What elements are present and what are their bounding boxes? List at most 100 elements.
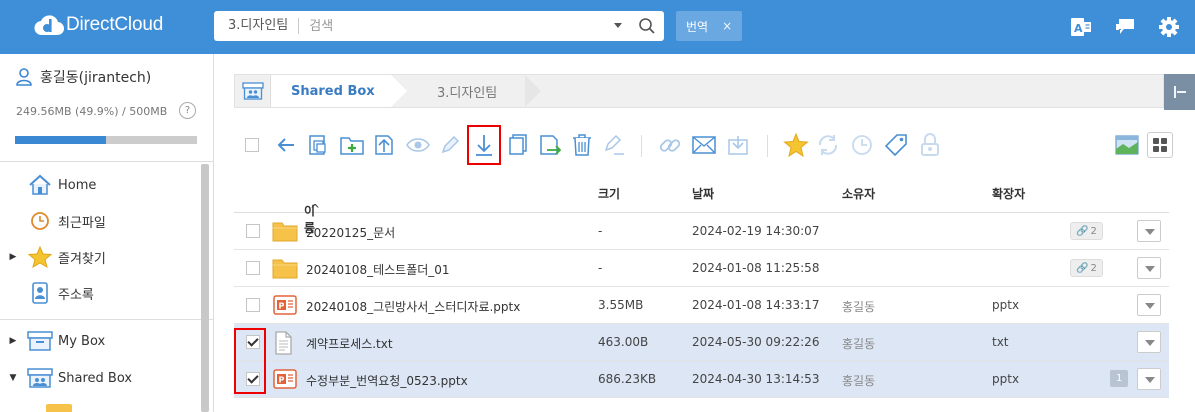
comment-count-badge[interactable]: 1 — [1110, 370, 1129, 387]
new-box-icon[interactable] — [304, 129, 332, 161]
history-clock-icon[interactable] — [848, 129, 876, 161]
file-size: - — [598, 224, 603, 238]
file-owner: 홍길동 — [842, 300, 876, 314]
file-size: 463.00B — [598, 335, 649, 349]
file-extension: pptx — [992, 372, 1020, 386]
translate-icon[interactable]: A — [1070, 16, 1092, 41]
app-logo-text: DirectCloud — [66, 14, 164, 35]
row-checkbox[interactable] — [246, 261, 260, 278]
sidebar-item-shared-box[interactable]: ▼ Shared Box — [0, 360, 200, 396]
search-icon[interactable] — [638, 17, 656, 38]
file-date: 2024-01-08 14:33:17 — [692, 298, 820, 312]
move-icon[interactable] — [536, 129, 564, 161]
sidebar-item-contacts[interactable]: 주소록 — [0, 275, 200, 311]
table-header: 이름 ^ 크기 날짜 소유자 확장자 — [234, 168, 1169, 235]
column-header-owner[interactable]: 소유자 — [842, 185, 875, 202]
chevron-down-icon[interactable] — [614, 23, 622, 28]
pptx-file-icon: P — [272, 368, 298, 393]
sidebar-scrollbar[interactable] — [201, 164, 209, 412]
file-extension: pptx — [992, 298, 1020, 312]
breadcrumb-root[interactable]: Shared Box — [271, 75, 407, 107]
table-row[interactable]: P 20240108_그린방사서_스터디자료.pptx 3.55MB 2024-01-… — [234, 287, 1169, 324]
home-icon — [26, 174, 54, 196]
link-count-badge[interactable]: 🔗 2 — [1070, 259, 1103, 277]
row-checkbox[interactable] — [246, 298, 260, 315]
svg-text:A: A — [1074, 22, 1083, 35]
row-menu-dropdown-icon[interactable] — [1137, 294, 1161, 316]
row-menu-dropdown-icon[interactable] — [1137, 220, 1161, 242]
back-arrow-icon[interactable] — [272, 129, 300, 161]
filter-tag[interactable]: 번역 × — [676, 11, 743, 41]
box-icon — [26, 330, 54, 352]
preview-eye-icon[interactable] — [404, 129, 432, 161]
toolbar-divider — [641, 135, 642, 157]
user-name: 홍길동(jirantech) — [40, 70, 152, 86]
file-name[interactable]: 수정부분_번역요청_0523.pptx — [306, 372, 468, 389]
breadcrumb-current[interactable]: 3.디자인팀 — [415, 75, 541, 107]
panel-toggle-icon[interactable] — [1164, 74, 1195, 110]
file-date: 2024-04-30 13:14:53 — [692, 372, 820, 386]
quota-bar — [15, 136, 197, 144]
select-all-checkbox[interactable] — [242, 129, 262, 161]
copy-icon[interactable] — [504, 129, 532, 161]
divider — [0, 161, 214, 162]
lock-icon[interactable] — [916, 129, 944, 161]
sidebar-item-label: Home — [58, 177, 97, 193]
row-menu-dropdown-icon[interactable] — [1137, 331, 1161, 353]
table-row[interactable]: 계약프로세스.txt 463.00B 2024-05-30 09:22:26 홍길동 t… — [234, 324, 1169, 361]
file-name[interactable]: 계약프로세스.txt — [306, 335, 393, 352]
sidebar-item-label: 최근파일 — [58, 215, 106, 231]
column-header-date[interactable]: 날짜 — [692, 185, 714, 202]
user-info[interactable]: 홍길동(jirantech) — [16, 67, 151, 87]
shared-box-icon[interactable] — [235, 75, 271, 107]
trash-icon[interactable] — [568, 129, 596, 161]
tag-icon[interactable] — [882, 129, 910, 161]
link-icon[interactable] — [656, 129, 684, 161]
sidebar-item-home[interactable]: Home — [0, 167, 200, 203]
app-logo[interactable]: DirectCloud — [34, 13, 163, 37]
favorite-star-icon[interactable] — [782, 129, 810, 161]
sidebar-item-recent[interactable]: 최근파일 — [0, 203, 200, 239]
file-name[interactable]: 20240108_그린방사서_스터디자료.pptx — [306, 298, 520, 315]
link-count-badge[interactable]: 🔗 2 — [1070, 222, 1103, 240]
search-location[interactable]: 3.디자인팀 — [214, 18, 300, 34]
row-menu-dropdown-icon[interactable] — [1137, 257, 1161, 279]
search-input[interactable] — [309, 18, 580, 34]
grid-view-icon[interactable] — [1147, 132, 1173, 158]
sync-icon[interactable] — [814, 129, 842, 161]
file-size: 686.23KB — [598, 372, 657, 386]
sidebar-item-label: 주소록 — [58, 287, 94, 303]
upload-icon[interactable] — [370, 129, 398, 161]
shared-box-icon — [26, 367, 54, 389]
file-date: 2024-05-30 09:22:26 — [692, 335, 820, 349]
sidebar-item-my-box[interactable]: ▶ My Box — [0, 323, 200, 359]
row-checkbox[interactable] — [246, 224, 260, 241]
pptx-file-icon: P — [272, 294, 298, 319]
help-icon[interactable]: ? — [179, 102, 196, 119]
column-header-size[interactable]: 크기 — [598, 185, 620, 202]
chat-icon[interactable] — [1114, 16, 1136, 41]
new-folder-icon[interactable] — [338, 129, 366, 161]
file-date: 2024-02-19 14:30:07 — [692, 224, 820, 238]
rename-icon[interactable] — [600, 129, 628, 161]
receive-box-icon[interactable] — [724, 129, 752, 161]
table-row[interactable]: P 수정부분_번역요청_0523.pptx 686.23KB 2024-04-30 1… — [234, 361, 1169, 398]
close-icon[interactable]: × — [722, 19, 732, 33]
table-row[interactable]: 20220125_문서 - 2024-02-19 14:30:07 🔗 2 — [234, 213, 1169, 250]
table-row[interactable]: 20240108_테스트폴더_01 - 2024-01-08 11:25:58 🔗 2 — [234, 250, 1169, 287]
edit-pencil-icon[interactable] — [436, 129, 464, 161]
folder-icon — [272, 257, 298, 282]
txt-file-icon — [272, 331, 294, 358]
sidebar-item-favorites[interactable]: ▶ 즐겨찾기 — [0, 239, 200, 275]
row-menu-dropdown-icon[interactable] — [1137, 368, 1161, 390]
thumbnail-view-icon[interactable] — [1113, 129, 1141, 161]
sidebar-item-subfolder[interactable] — [46, 404, 72, 412]
column-header-extension[interactable]: 확장자 — [992, 185, 1025, 202]
svg-text:P: P — [279, 302, 285, 311]
file-owner: 홍길동 — [842, 374, 876, 388]
search-bar: 3.디자인팀 — [214, 11, 664, 41]
file-name[interactable]: 20240108_테스트폴더_01 — [306, 261, 450, 278]
file-name[interactable]: 20220125_문서 — [306, 224, 395, 241]
mail-icon[interactable] — [690, 129, 718, 161]
gear-icon[interactable] — [1158, 16, 1180, 41]
